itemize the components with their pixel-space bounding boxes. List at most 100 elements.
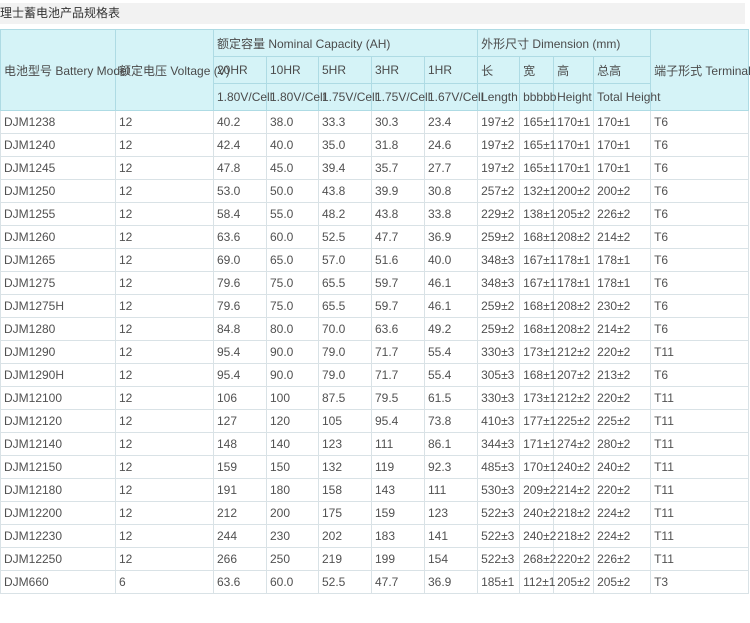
- cell-cap-1hr: 55.4: [425, 341, 478, 364]
- cell-voltage: 12: [116, 226, 214, 249]
- table-row: DJM12901295.490.079.071.755.4330±3173±12…: [1, 341, 749, 364]
- cell-dim-length: 348±3: [478, 249, 520, 272]
- header-cap-20hr: 20HR: [214, 57, 267, 84]
- cell-cap-20hr: 63.6: [214, 571, 267, 594]
- cell-cap-10hr: 200: [267, 502, 319, 525]
- cell-terminal: T6: [651, 226, 749, 249]
- table-row: DJM660663.660.052.547.736.9185±1112±1205…: [1, 571, 749, 594]
- cell-terminal: T6: [651, 111, 749, 134]
- table-row: DJM1223012244230202183141522±3240±2218±2…: [1, 525, 749, 548]
- cell-cap-20hr: 106: [214, 387, 267, 410]
- cell-dim-total-height: 170±1: [594, 157, 651, 180]
- cell-dim-width: 138±1: [520, 203, 554, 226]
- cell-dim-total-height: 224±2: [594, 525, 651, 548]
- cell-dim-width: 165±1: [520, 157, 554, 180]
- cell-cap-10hr: 100: [267, 387, 319, 410]
- cell-cap-3hr: 183: [372, 525, 425, 548]
- cell-cap-10hr: 80.0: [267, 318, 319, 341]
- header-dim-length-en: Length: [478, 84, 520, 111]
- cell-cap-10hr: 38.0: [267, 111, 319, 134]
- cell-cap-10hr: 75.0: [267, 295, 319, 318]
- table-row: DJM12501253.050.043.839.930.8257±2132±12…: [1, 180, 749, 203]
- cell-battery-model: DJM1265: [1, 249, 116, 272]
- cell-terminal: T3: [651, 571, 749, 594]
- cell-voltage: 12: [116, 479, 214, 502]
- cell-dim-width: 168±1: [520, 318, 554, 341]
- cell-terminal: T6: [651, 180, 749, 203]
- cell-cap-5hr: 105: [319, 410, 372, 433]
- cell-cap-20hr: 63.6: [214, 226, 267, 249]
- cell-voltage: 12: [116, 272, 214, 295]
- header-battery-model: 电池型号 Battery Model: [1, 30, 116, 111]
- cell-cap-5hr: 65.5: [319, 295, 372, 318]
- cell-cap-1hr: 30.8: [425, 180, 478, 203]
- cell-cap-5hr: 35.0: [319, 134, 372, 157]
- cell-cap-3hr: 39.9: [372, 180, 425, 203]
- cell-dim-total-height: 225±2: [594, 410, 651, 433]
- cell-voltage: 6: [116, 571, 214, 594]
- cell-cap-1hr: 86.1: [425, 433, 478, 456]
- cell-dim-length: 259±2: [478, 295, 520, 318]
- cell-dim-height: 212±2: [554, 341, 594, 364]
- cell-cap-10hr: 45.0: [267, 157, 319, 180]
- cell-dim-length: 344±3: [478, 433, 520, 456]
- cell-cap-20hr: 58.4: [214, 203, 267, 226]
- table-row: DJM12601263.660.052.547.736.9259±2168±12…: [1, 226, 749, 249]
- cell-battery-model: DJM12150: [1, 456, 116, 479]
- cell-voltage: 12: [116, 433, 214, 456]
- cell-cap-5hr: 70.0: [319, 318, 372, 341]
- cell-cap-5hr: 52.5: [319, 571, 372, 594]
- cell-dim-length: 530±3: [478, 479, 520, 502]
- cell-cap-3hr: 79.5: [372, 387, 425, 410]
- cell-cap-1hr: 46.1: [425, 295, 478, 318]
- cell-cap-20hr: 69.0: [214, 249, 267, 272]
- cell-cap-1hr: 123: [425, 502, 478, 525]
- cell-voltage: 12: [116, 364, 214, 387]
- cell-battery-model: DJM1245: [1, 157, 116, 180]
- cell-dim-width: 168±1: [520, 295, 554, 318]
- cell-cap-10hr: 75.0: [267, 272, 319, 295]
- cell-dim-total-height: 205±2: [594, 571, 651, 594]
- cell-cap-1hr: 36.9: [425, 571, 478, 594]
- cell-cap-20hr: 79.6: [214, 272, 267, 295]
- table-row: DJM12451247.845.039.435.727.7197±2165±11…: [1, 157, 749, 180]
- cell-terminal: T11: [651, 479, 749, 502]
- cell-cap-1hr: 23.4: [425, 111, 478, 134]
- cell-dim-height: 170±1: [554, 157, 594, 180]
- cell-dim-length: 229±2: [478, 203, 520, 226]
- cell-cap-3hr: 59.7: [372, 295, 425, 318]
- cell-cap-3hr: 111: [372, 433, 425, 456]
- cell-dim-total-height: 214±2: [594, 318, 651, 341]
- cell-cap-1hr: 24.6: [425, 134, 478, 157]
- cell-terminal: T11: [651, 456, 749, 479]
- cell-dim-width: 132±1: [520, 180, 554, 203]
- cell-dim-height: 274±2: [554, 433, 594, 456]
- cell-cap-3hr: 63.6: [372, 318, 425, 341]
- cell-cap-20hr: 212: [214, 502, 267, 525]
- cell-dim-width: 168±1: [520, 226, 554, 249]
- cell-cap-3hr: 159: [372, 502, 425, 525]
- cell-terminal: T11: [651, 548, 749, 571]
- cell-terminal: T11: [651, 341, 749, 364]
- cell-cap-20hr: 95.4: [214, 341, 267, 364]
- cell-dim-total-height: 220±2: [594, 341, 651, 364]
- cell-cap-5hr: 39.4: [319, 157, 372, 180]
- cell-cap-1hr: 55.4: [425, 364, 478, 387]
- cell-dim-total-height: 213±2: [594, 364, 651, 387]
- cell-dim-height: 220±2: [554, 548, 594, 571]
- cell-cap-5hr: 43.8: [319, 180, 372, 203]
- cell-cap-20hr: 40.2: [214, 111, 267, 134]
- cell-terminal: T6: [651, 364, 749, 387]
- cell-terminal: T11: [651, 502, 749, 525]
- header-dimension-group: 外形尺寸 Dimension (mm): [478, 30, 651, 57]
- header-cap-10hr: 10HR: [267, 57, 319, 84]
- cell-battery-model: DJM1275H: [1, 295, 116, 318]
- cell-battery-model: DJM12140: [1, 433, 116, 456]
- cell-dim-length: 185±1: [478, 571, 520, 594]
- cell-voltage: 12: [116, 295, 214, 318]
- cell-cap-1hr: 49.2: [425, 318, 478, 341]
- cell-dim-height: 205±2: [554, 203, 594, 226]
- cell-cap-3hr: 47.7: [372, 571, 425, 594]
- cell-dim-total-height: 200±2: [594, 180, 651, 203]
- cell-cap-3hr: 199: [372, 548, 425, 571]
